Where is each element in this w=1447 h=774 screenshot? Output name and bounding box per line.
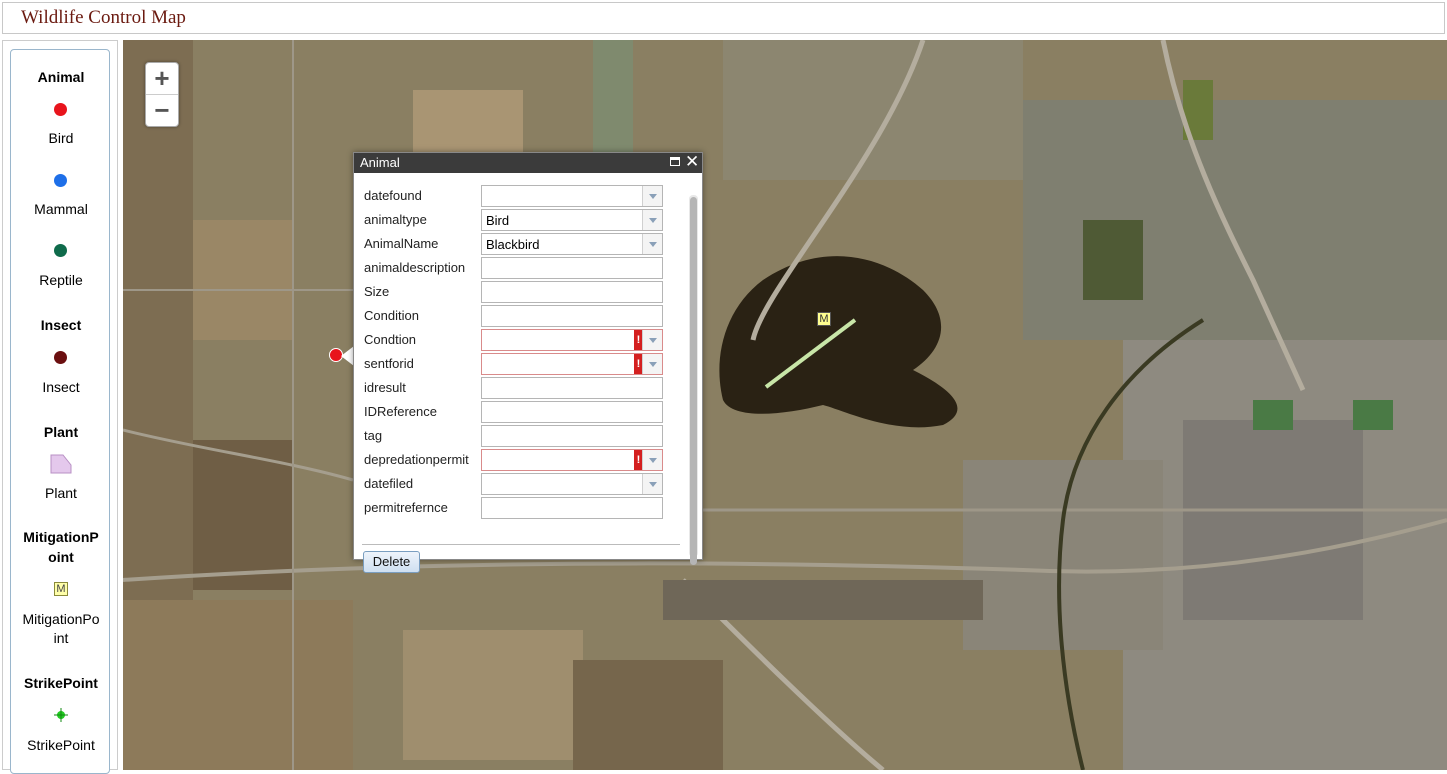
condtion-select[interactable]: ! bbox=[481, 329, 663, 351]
legend-label-bird: Bird bbox=[48, 130, 74, 146]
field-row-animalname: AnimalName Blackbird bbox=[354, 233, 694, 255]
reptile-symbol-icon bbox=[54, 244, 67, 257]
popup-header: Animal ✕ bbox=[354, 152, 702, 173]
legend-label-mitigationpoint-line2: int bbox=[53, 630, 69, 646]
animal-popup: Animal ✕ datefound animaltype Bird Anima… bbox=[353, 152, 703, 573]
legend-heading-mitigationpoint-line2: oint bbox=[48, 549, 74, 565]
field-label: sentforid bbox=[364, 356, 414, 371]
field-label: tag bbox=[364, 428, 383, 443]
field-row-permitrefernce: permitrefernce bbox=[354, 497, 694, 519]
zoom-control: + − bbox=[145, 62, 179, 127]
app-header: Wildlife Control Map bbox=[2, 2, 1445, 34]
field-row-tag: tag bbox=[354, 425, 694, 447]
field-label: datefound bbox=[364, 188, 422, 203]
field-row-size: Size bbox=[354, 281, 694, 303]
legend-heading-strikepoint: StrikePoint bbox=[24, 675, 98, 691]
plant-symbol-icon bbox=[50, 454, 72, 474]
zoom-out-button[interactable]: − bbox=[146, 94, 178, 126]
permitrefernce-input[interactable] bbox=[481, 497, 663, 519]
animaltype-select[interactable]: Bird bbox=[481, 209, 663, 231]
datefiled-select[interactable] bbox=[481, 473, 663, 495]
mitigation-point-symbol-icon: M bbox=[54, 582, 68, 596]
close-icon[interactable]: ✕ bbox=[685, 152, 699, 172]
delete-button[interactable]: Delete bbox=[363, 551, 420, 573]
legend-label-insect: Insect bbox=[42, 379, 80, 395]
legend-label-mitigationpoint-line1: MitigationPo bbox=[22, 611, 100, 627]
animalname-select[interactable]: Blackbird bbox=[481, 233, 663, 255]
scrollbar-thumb[interactable] bbox=[690, 197, 697, 565]
field-row-datefound: datefound bbox=[354, 185, 694, 207]
tag-input[interactable] bbox=[481, 425, 663, 447]
field-label: datefiled bbox=[364, 476, 414, 491]
zoom-in-button[interactable]: + bbox=[146, 63, 178, 94]
field-row-condtion: Condtion ! bbox=[354, 329, 694, 351]
strike-point-symbol-icon bbox=[54, 708, 68, 722]
divider bbox=[362, 544, 680, 545]
field-row-condition: Condition bbox=[354, 305, 694, 327]
legend: Animal Bird Mammal Reptile Insect Insect… bbox=[10, 49, 110, 774]
field-label: IDReference bbox=[364, 404, 437, 419]
popup-scrollbar[interactable] bbox=[689, 195, 698, 565]
chevron-down-icon[interactable] bbox=[642, 210, 662, 230]
legend-heading-insect: Insect bbox=[40, 317, 82, 333]
map-view[interactable]: + − M bbox=[123, 40, 1447, 770]
maximize-icon[interactable] bbox=[670, 157, 680, 166]
field-row-animaldescription: animaldescription bbox=[354, 257, 694, 279]
popup-title: Animal bbox=[360, 155, 400, 170]
idreference-input[interactable] bbox=[481, 401, 663, 423]
chevron-down-icon[interactable] bbox=[642, 186, 662, 206]
field-label: Size bbox=[364, 284, 390, 299]
popup-body: datefound animaltype Bird AnimalName Bla… bbox=[354, 173, 702, 573]
field-label: AnimalName bbox=[364, 236, 439, 251]
field-label: animaltype bbox=[364, 212, 427, 227]
field-label: animaldescription bbox=[364, 260, 466, 275]
legend-heading-mitigationpoint-line1: MitigationP bbox=[23, 529, 99, 545]
chevron-down-icon[interactable] bbox=[642, 450, 662, 470]
field-label: depredationpermit bbox=[364, 452, 469, 467]
idresult-input[interactable] bbox=[481, 377, 663, 399]
chevron-down-icon[interactable] bbox=[642, 330, 662, 350]
chevron-down-icon[interactable] bbox=[642, 234, 662, 254]
field-label: idresult bbox=[364, 380, 406, 395]
legend-panel: Animal Bird Mammal Reptile Insect Insect… bbox=[2, 40, 118, 774]
chevron-down-icon[interactable] bbox=[642, 354, 662, 374]
field-label: permitrefernce bbox=[364, 500, 448, 515]
field-row-datefiled: datefiled bbox=[354, 473, 694, 495]
field-row-idresult: idresult bbox=[354, 377, 694, 399]
legend-label-strikepoint: StrikePoint bbox=[27, 737, 95, 753]
field-row-idreference: IDReference bbox=[354, 401, 694, 423]
satellite-imagery bbox=[123, 40, 1447, 770]
sentforid-select[interactable]: ! bbox=[481, 353, 663, 375]
legend-label-mammal: Mammal bbox=[34, 201, 88, 217]
field-label: Condition bbox=[364, 308, 419, 323]
mammal-symbol-icon bbox=[54, 174, 67, 187]
bird-symbol-icon bbox=[54, 103, 67, 116]
datefound-select[interactable] bbox=[481, 185, 663, 207]
insect-symbol-icon bbox=[54, 351, 67, 364]
animaldescription-input[interactable] bbox=[481, 257, 663, 279]
chevron-down-icon[interactable] bbox=[642, 474, 662, 494]
legend-heading-plant: Plant bbox=[43, 424, 79, 440]
app-title: Wildlife Control Map bbox=[21, 7, 186, 28]
depredationpermit-select[interactable]: ! bbox=[481, 449, 663, 471]
field-row-sentforid: sentforid ! bbox=[354, 353, 694, 375]
legend-heading-animal: Animal bbox=[37, 69, 85, 85]
size-input[interactable] bbox=[481, 281, 663, 303]
field-label: Condtion bbox=[364, 332, 417, 347]
mitigation-point-marker[interactable]: M bbox=[817, 312, 831, 326]
field-row-animaltype: animaltype Bird bbox=[354, 209, 694, 231]
legend-label-plant: Plant bbox=[45, 485, 77, 501]
condition-input[interactable] bbox=[481, 305, 663, 327]
field-row-depredationpermit: depredationpermit ! bbox=[354, 449, 694, 471]
legend-label-reptile: Reptile bbox=[39, 272, 83, 288]
